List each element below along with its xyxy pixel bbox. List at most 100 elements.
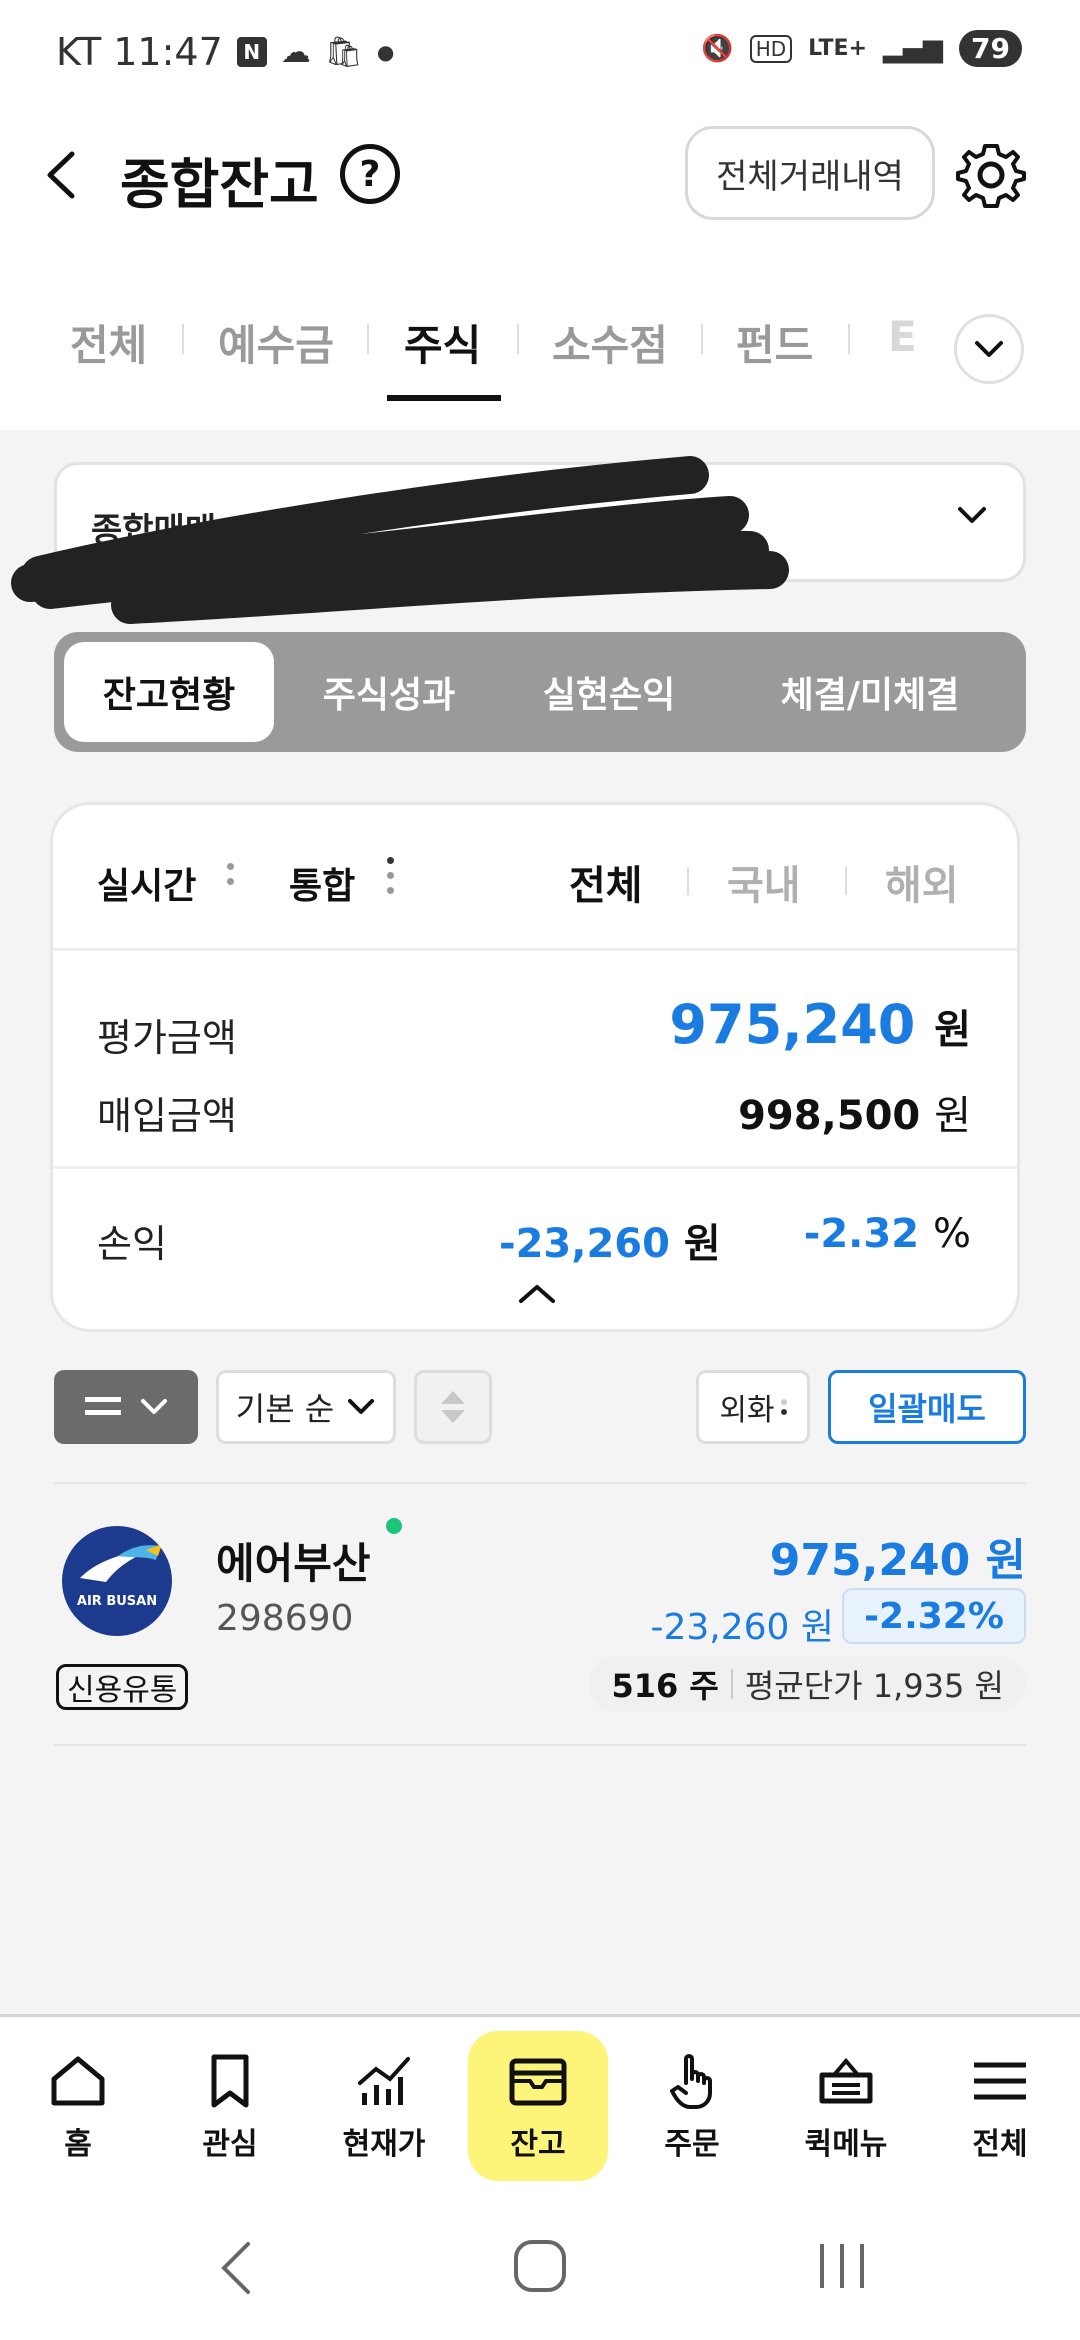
summary-amounts: 평가금액 975,240 원 매입금액 998,500 원 <box>53 951 1017 1169</box>
currency-label: 외화 <box>719 1393 775 1428</box>
sell-all-button[interactable]: 일괄매도 <box>828 1370 1026 1444</box>
nav-watchlist[interactable]: 관심 <box>160 2031 300 2181</box>
chevron-down-icon <box>975 341 1003 357</box>
holdings-toolbar: 기본 순 외화 일괄매도 <box>54 1370 1026 1446</box>
integrated-more-icon[interactable] <box>387 857 395 902</box>
segment-realized-pl[interactable]: 실현손익 <box>504 642 714 742</box>
region-separator <box>845 867 847 895</box>
stock-name[interactable]: 에어부산 <box>216 1530 371 1591</box>
network-label: LTE+ <box>808 36 868 61</box>
status-left: KT 11:47 N ☁ 🛍 ● <box>56 30 394 74</box>
filter-button[interactable] <box>54 1370 198 1444</box>
mute-icon: 🔇 <box>701 33 734 64</box>
transaction-history-button[interactable]: 전체거래내역 <box>685 126 935 220</box>
back-icon[interactable] <box>38 140 82 210</box>
purchase-amount-value: 998,500 원 <box>738 1093 971 1139</box>
nav-label: 현재가 <box>342 2127 426 2162</box>
tab-etc[interactable]: E <box>888 312 917 361</box>
eval-amount-label: 평가금액 <box>97 1016 237 1060</box>
currency-option[interactable]: 외화 <box>696 1370 810 1444</box>
wallet-icon <box>509 2058 567 2106</box>
status-bar: KT 11:47 N ☁ 🛍 ● 🔇 HD LTE+ ▂▄▆ 79 <box>0 0 1080 110</box>
nav-quick-menu[interactable]: 퀵메뉴 <box>776 2031 916 2181</box>
signal-icon: ▂▄▆ <box>883 33 944 64</box>
nav-order[interactable]: 주문 <box>622 2031 762 2181</box>
header: 종합잔고 ? 전체거래내역 전체 예수금 주식 소수점 펀드 E <box>0 110 1080 430</box>
balance-segment-control: 잔고현황 주식성과 실현손익 체결/미체결 <box>54 632 1026 752</box>
realtime-option[interactable]: 실시간 <box>97 857 196 909</box>
hand-icon <box>670 2054 712 2109</box>
currency-more-icon <box>780 1399 787 1415</box>
segment-stock-performance[interactable]: 주식성과 <box>284 642 494 742</box>
nav-label: 주문 <box>664 2127 720 2162</box>
profit-loss-row: 손익 -23,260 원 -2.32 % <box>53 1169 1017 1335</box>
carrier-time: KT 11:47 <box>56 30 223 74</box>
bird-icon <box>80 1544 162 1582</box>
help-icon[interactable]: ? <box>340 144 400 204</box>
tab-fund[interactable]: 펀드 <box>736 312 813 373</box>
region-domestic[interactable]: 국내 <box>727 853 801 911</box>
system-navigation-bar <box>0 2194 1080 2340</box>
holding-profit-loss: -23,260 원 <box>650 1607 834 1648</box>
logo-text: AIR BUSAN <box>76 1594 158 1609</box>
holding-value: 975,240 원 <box>769 1535 1026 1586</box>
home-icon <box>51 2056 105 2106</box>
market-status-dot <box>386 1518 402 1534</box>
list-filter-icon <box>85 1397 121 1415</box>
nav-balance[interactable]: 잔고 <box>468 2031 608 2181</box>
air-busan-logo: AIR BUSAN <box>62 1526 172 1636</box>
chart-icon <box>358 2057 410 2105</box>
integrated-option[interactable]: 통합 <box>289 857 355 909</box>
system-recents-icon[interactable] <box>814 2238 870 2294</box>
region-overseas[interactable]: 해외 <box>885 853 959 911</box>
nav-all-menu[interactable]: 전체 <box>930 2031 1070 2181</box>
region-separator <box>687 867 689 895</box>
system-home-icon[interactable] <box>512 2238 568 2294</box>
segment-balance-status[interactable]: 잔고현황 <box>64 642 274 742</box>
gear-icon[interactable] <box>956 140 1026 210</box>
battery-indicator: 79 <box>959 30 1022 67</box>
sort-dropdown[interactable]: 기본 순 <box>216 1370 396 1444</box>
tab-fractional[interactable]: 소수점 <box>552 312 668 373</box>
eval-amount-value: 975,240 원 <box>669 993 971 1056</box>
realtime-more-icon[interactable] <box>227 863 235 893</box>
purchase-amount-label: 매입금액 <box>97 1094 237 1138</box>
news-icon: N <box>236 37 267 67</box>
holding-quantity-pill: 516 주 평균단가 1,935 원 <box>589 1656 1026 1712</box>
chat-icon: ☁ <box>280 34 311 70</box>
tab-more-button[interactable] <box>954 314 1024 384</box>
tab-separator <box>517 324 519 354</box>
nav-home[interactable]: 홈 <box>8 2031 148 2181</box>
segment-executions[interactable]: 체결/미체결 <box>724 642 1016 742</box>
holding-row[interactable]: AIR BUSAN 신용유통 에어부산 298690 975,240 원 -23… <box>54 1484 1026 1744</box>
profit-loss-amount: -23,260 원 <box>499 1221 721 1267</box>
tab-stock[interactable]: 주식 <box>404 312 481 373</box>
chevron-down-icon <box>348 1399 375 1414</box>
tab-separator <box>701 324 703 354</box>
nav-current-price[interactable]: 현재가 <box>314 2031 454 2181</box>
nav-label: 퀵메뉴 <box>804 2127 888 2162</box>
shopping-bag-icon: 🛍 <box>324 34 363 70</box>
chevron-down-icon <box>958 507 986 523</box>
quantity: 516 주 <box>611 1667 719 1705</box>
sort-label: 기본 순 <box>235 1390 335 1428</box>
summary-card: 실시간 통합 전체 국내 해외 평가금액 975,240 원 매입금액 998,… <box>50 802 1020 1332</box>
stock-code: 298690 <box>216 1598 354 1639</box>
pill-separator <box>730 1669 733 1699</box>
chevron-down-icon <box>141 1399 167 1414</box>
region-all[interactable]: 전체 <box>569 853 643 911</box>
nav-label: 관심 <box>202 2127 258 2162</box>
bookmark-icon <box>211 2054 249 2108</box>
holding-return-badge: -2.32% <box>842 1588 1026 1644</box>
tab-all[interactable]: 전체 <box>70 312 147 373</box>
collapse-caret-icon[interactable] <box>515 1281 559 1307</box>
active-tab-indicator <box>387 395 501 401</box>
nav-label: 홈 <box>64 2127 92 2162</box>
tab-deposit[interactable]: 예수금 <box>218 312 334 373</box>
hd-icon: HD <box>749 34 793 63</box>
sort-order-button[interactable] <box>414 1370 492 1444</box>
quick-menu-icon <box>819 2057 873 2104</box>
divider <box>54 1744 1026 1746</box>
system-back-icon[interactable] <box>214 2238 258 2298</box>
summary-options-row: 실시간 통합 전체 국내 해외 <box>53 805 1017 951</box>
